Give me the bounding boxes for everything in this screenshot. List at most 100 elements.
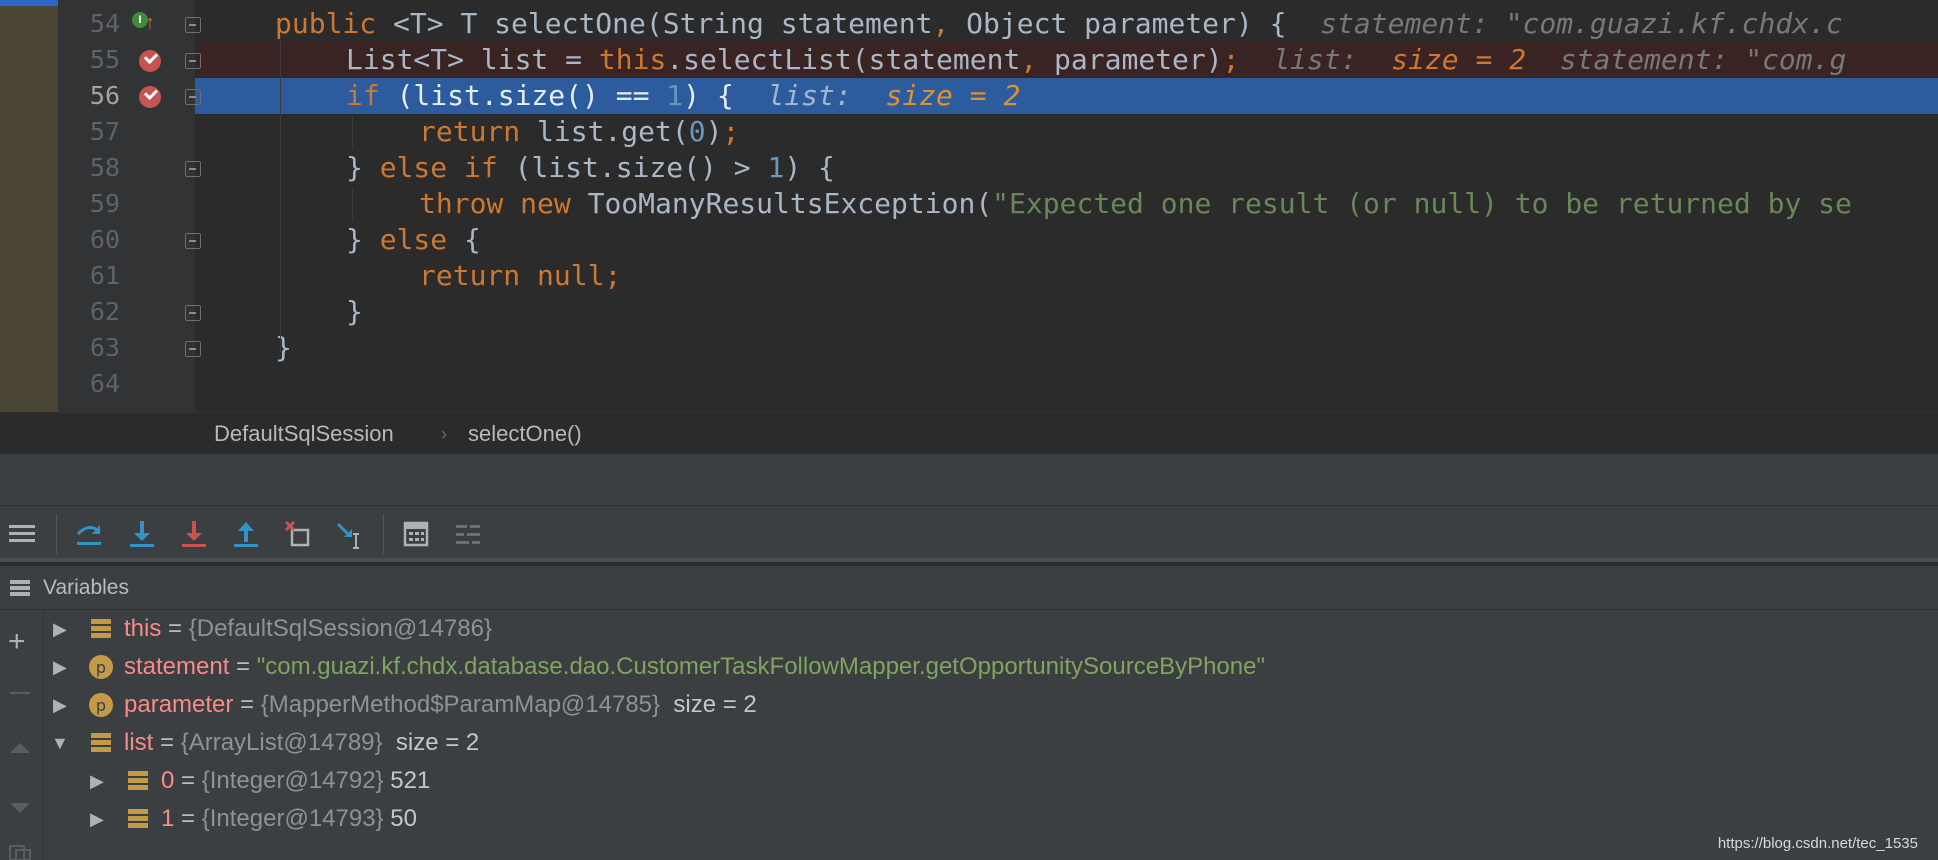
code-line[interactable]: 60 } else {: [0, 222, 1938, 258]
variable-value: "com.guazi.kf.chdx.database.dao.Customer…: [256, 653, 1265, 680]
code-line[interactable]: 63 }: [0, 330, 1938, 366]
add-watch-icon[interactable]: +: [8, 627, 26, 657]
collapse-arrow-icon[interactable]: ▼: [51, 724, 71, 762]
code-line-breakpoint[interactable]: List<T> list = this.selectList(statement…: [195, 42, 1938, 78]
fold-marker-icon[interactable]: [185, 53, 201, 69]
svg-text:p: p: [96, 658, 106, 677]
object-field-icon: [91, 619, 111, 638]
show-execution-point-icon[interactable]: [6, 518, 38, 550]
variable-name: parameter: [124, 691, 234, 718]
run-to-cursor-icon[interactable]: [334, 518, 366, 550]
panel-divider[interactable]: [0, 454, 1938, 506]
overrides-method-icon[interactable]: I ↑: [132, 12, 155, 35]
breadcrumb-separator: ›: [441, 424, 447, 444]
force-step-into-icon[interactable]: [178, 518, 210, 550]
code-text: public <T> T selectOne(String statement,…: [275, 7, 1843, 40]
toolbar-separator: [383, 514, 384, 554]
indent-guide: [280, 40, 281, 352]
code-editor[interactable]: 54 I ↑ public <T> T selectOne(String stat…: [0, 0, 1938, 412]
variable-row[interactable]: ▶ p parameter = {MapperMethod$ParamMap@1…: [44, 686, 1938, 724]
breadcrumb-class[interactable]: DefaultSqlSession: [214, 413, 394, 455]
fold-marker-icon[interactable]: [185, 161, 201, 177]
code-line-execution-point[interactable]: if (list.size() == 1) { list: size = 2: [195, 78, 1938, 114]
breadcrumb: DefaultSqlSession › selectOne(): [58, 412, 1938, 454]
code-line[interactable]: 59 throw new TooManyResultsException("Ex…: [0, 186, 1938, 222]
variable-value: 521: [383, 767, 431, 794]
expand-arrow-icon[interactable]: ▶: [90, 800, 110, 838]
variable-row[interactable]: ▶ 0 = {Integer@14792} 521: [44, 762, 1938, 800]
step-out-icon[interactable]: [230, 518, 262, 550]
parameter-icon: p: [89, 655, 113, 679]
line-number: 59: [89, 189, 120, 218]
duplicate-watch-icon[interactable]: [8, 844, 32, 860]
code-line[interactable]: 62 }: [0, 294, 1938, 330]
variable-row[interactable]: ▶ 1 = {Integer@14793} 50: [44, 800, 1938, 838]
code-line[interactable]: 54 I ↑ public <T> T selectOne(String stat…: [0, 6, 1938, 42]
code-line[interactable]: 57 return list.get(0);: [0, 114, 1938, 150]
parameter-icon: p: [89, 693, 113, 717]
move-up-icon[interactable]: [8, 740, 32, 756]
code-text: List<T> list = this.selectList(statement…: [346, 43, 1847, 76]
code-text: if (list.size() == 1) { list: size = 2: [346, 79, 1021, 112]
variable-row[interactable]: ▼ list = {ArrayList@14789} size = 2: [44, 724, 1938, 762]
fold-marker-icon[interactable]: [185, 341, 201, 357]
expand-arrow-icon[interactable]: ▶: [53, 610, 73, 648]
evaluate-expression-icon[interactable]: [400, 518, 432, 550]
variable-name: this: [124, 615, 162, 642]
fold-marker-icon[interactable]: [185, 89, 201, 105]
line-number: 58: [89, 153, 120, 182]
breadcrumb-method[interactable]: selectOne(): [468, 413, 582, 455]
variable-value: size = 2: [660, 691, 757, 718]
object-field-icon: [128, 809, 148, 828]
variable-type: {Integer@14793}: [201, 805, 384, 832]
variables-tree[interactable]: ▶ this = {DefaultSqlSession@14786} ▶ p s…: [44, 610, 1938, 860]
move-down-icon[interactable]: [8, 800, 32, 816]
fold-marker-icon[interactable]: [185, 305, 201, 321]
variables-header: Variables: [0, 566, 1938, 610]
code-text: return null;: [419, 259, 622, 292]
expand-arrow-icon[interactable]: ▶: [53, 648, 73, 686]
remove-watch-icon[interactable]: [10, 692, 30, 694]
variable-type: {Integer@14792}: [201, 767, 384, 794]
variable-row[interactable]: ▶ this = {DefaultSqlSession@14786}: [44, 610, 1938, 648]
object-field-icon: [91, 733, 111, 752]
toolbar-separator: [56, 514, 57, 554]
code-line[interactable]: 64: [0, 366, 1938, 402]
breakpoint-icon[interactable]: [139, 86, 161, 108]
variable-type: {MapperMethod$ParamMap@14785}: [260, 691, 661, 718]
svg-text:p: p: [96, 696, 106, 715]
variable-value: 50: [383, 805, 417, 832]
code-line[interactable]: 58 } else if (list.size() > 1) {: [0, 150, 1938, 186]
step-over-icon[interactable]: [73, 518, 105, 550]
variable-name: statement: [124, 653, 230, 680]
code-text: } else if (list.size() > 1) {: [346, 151, 835, 184]
fold-marker-icon[interactable]: [185, 233, 201, 249]
expand-arrow-icon[interactable]: ▶: [53, 686, 73, 724]
code-line[interactable]: 61 return null;: [0, 258, 1938, 294]
line-number: 62: [89, 297, 120, 326]
inline-debug-hint: statement: "com.guazi.kf.chdx.c: [1286, 7, 1843, 40]
variable-name: 1: [161, 805, 175, 832]
code-text: throw new TooManyResultsException("Expec…: [419, 187, 1852, 220]
variable-value: size = 2: [382, 729, 480, 756]
variable-type: {DefaultSqlSession@14786}: [188, 615, 492, 642]
line-number: 64: [89, 369, 120, 398]
object-field-icon: [128, 771, 148, 790]
watermark: https://blog.csdn.net/tec_1535: [1717, 835, 1918, 852]
trace-current-stream-icon[interactable]: [452, 518, 484, 550]
drop-frame-icon[interactable]: [282, 518, 314, 550]
step-into-icon[interactable]: [126, 518, 158, 550]
variables-side-toolbar: +: [0, 610, 44, 860]
variable-row[interactable]: ▶ p statement = "com.guazi.kf.chdx.datab…: [44, 648, 1938, 686]
indent-guide: [352, 188, 353, 222]
breakpoint-icon[interactable]: [139, 50, 161, 72]
expand-arrow-icon[interactable]: ▶: [90, 762, 110, 800]
fold-marker-icon[interactable]: [185, 17, 201, 33]
line-number: 63: [89, 333, 120, 362]
variables-title: Variables: [43, 576, 129, 599]
code-text: }: [275, 331, 292, 364]
variable-name: list: [124, 729, 154, 756]
line-number: 61: [89, 261, 120, 290]
code-text: }: [346, 295, 363, 328]
line-number: 57: [89, 117, 120, 146]
